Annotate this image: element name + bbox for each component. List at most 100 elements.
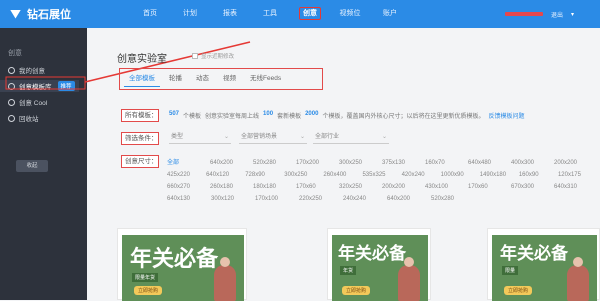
sidebar-item-my-creatives[interactable]: 我的创意 — [8, 64, 87, 76]
template-card[interactable]: 年关必备 限量 立即抢购 — [487, 228, 600, 301]
size-option[interactable]: 728x90 — [245, 169, 284, 181]
model-figure — [398, 265, 420, 301]
diamond-icon — [10, 9, 21, 19]
banner-buy-button: 立即抢购 — [342, 286, 371, 295]
nav-plan[interactable]: 计划 — [170, 0, 210, 28]
banner-buy-button: 立即抢购 — [134, 286, 163, 295]
size-option[interactable]: 160x70 — [425, 157, 468, 169]
size-option[interactable]: 200x200 — [554, 157, 597, 169]
size-option[interactable]: 640x480 — [468, 157, 511, 169]
sidebar-item-recycle-bin[interactable]: 回收站 — [8, 112, 87, 124]
size-option[interactable]: 520x280 — [253, 157, 296, 169]
nav-report[interactable]: 报表 — [210, 0, 250, 28]
size-option[interactable]: 640x200 — [210, 157, 253, 169]
tab-wireless-feeds[interactable]: 无线Feeds — [245, 71, 286, 87]
size-option[interactable]: 120x175 — [558, 169, 597, 181]
size-option[interactable]: 660x270 — [167, 181, 210, 193]
size-option[interactable]: 170x60 — [468, 181, 511, 193]
size-option[interactable]: 400x300 — [511, 157, 554, 169]
size-option[interactable]: 320x250 — [339, 181, 382, 193]
template-banner: 年关必备 限量 立即抢购 — [492, 235, 597, 301]
logo-text: 钻石展位 — [27, 9, 71, 21]
size-option[interactable]: 670x300 — [511, 181, 554, 193]
size-option[interactable]: 1000x90 — [441, 169, 480, 181]
tab-video[interactable]: 视频 — [218, 71, 241, 87]
recent-checkbox[interactable]: 显示近期修改 — [192, 52, 234, 60]
chevron-down-icon[interactable]: ▾ — [571, 11, 574, 18]
size-label: 创意尺寸： — [121, 155, 159, 168]
trash-icon — [8, 114, 15, 122]
info-text: 个模板，覆盖国内外核心尺寸；以后将在这里更新优质模板。 — [322, 114, 485, 120]
template-icon — [8, 82, 15, 90]
size-option[interactable]: 1490x180 — [480, 169, 519, 181]
size-option[interactable]: 425x220 — [167, 169, 206, 181]
size-row: 640x130 300x120 170x100 220x250 240x240 640x2… — [167, 193, 597, 205]
industry-select[interactable]: 全部行业 ⌄ — [313, 132, 389, 144]
size-option[interactable]: 640x310 — [554, 181, 597, 193]
tab-carousel[interactable]: 轮播 — [164, 71, 187, 87]
collapse-button[interactable]: 收起 — [16, 160, 48, 172]
nav-label: 报表 — [223, 10, 237, 17]
size-option[interactable]: 200x200 — [382, 181, 425, 193]
tab-dynamic[interactable]: 动态 — [191, 71, 214, 87]
select-value: 全部营销场景 — [241, 134, 278, 140]
size-option[interactable]: 300x250 — [339, 157, 382, 169]
sidebar-item-creative-cool[interactable]: 创意 Cool — [8, 96, 87, 108]
sidebar-item-label: 回收站 — [19, 116, 39, 123]
chevron-down-icon: ⌄ — [299, 134, 305, 140]
feedback-link[interactable]: 反馈模板问题 — [488, 111, 524, 120]
size-option[interactable]: 640x130 — [167, 193, 211, 205]
nav-account[interactable]: 账户 — [370, 0, 410, 28]
size-option[interactable]: 170x200 — [296, 157, 339, 169]
checkbox-label: 显示近期修改 — [201, 54, 235, 60]
checkbox-box[interactable] — [192, 53, 198, 59]
size-option[interactable]: 170x100 — [255, 193, 299, 205]
size-option[interactable]: 520x280 — [431, 193, 475, 205]
size-option[interactable]: 375x130 — [382, 157, 425, 169]
size-option[interactable]: 240x240 — [343, 193, 387, 205]
template-banner: 年关必备 限量年货 立即抢购 — [122, 235, 244, 301]
logo[interactable]: 钻石展位 — [10, 0, 71, 28]
banner-subtitle: 年货 — [340, 266, 357, 275]
banner-title: 年关必备 — [500, 244, 568, 264]
template-card[interactable]: 年关必备 限量年货 立即抢购 — [117, 228, 247, 301]
sidebar-title: 创意 — [8, 50, 22, 57]
scene-select[interactable]: 全部营销场景 ⌄ — [239, 132, 307, 144]
banner-subtitle: 限量年货 — [132, 273, 159, 282]
model-head — [573, 257, 583, 267]
size-option[interactable]: 全部 — [167, 157, 210, 169]
size-option[interactable]: 260x400 — [323, 169, 362, 181]
size-row: 425x220 640x120 728x90 300x250 260x400 535x32… — [167, 169, 597, 181]
size-option[interactable]: 535x325 — [362, 169, 401, 181]
template-card[interactable]: 年关必备年货立即抢购 — [327, 228, 431, 301]
size-option[interactable]: 420x240 — [402, 169, 441, 181]
chevron-down-icon: ⌄ — [381, 134, 387, 140]
size-option[interactable]: 180x180 — [253, 181, 296, 193]
select-value: 全部行业 — [315, 134, 340, 140]
user-name-redacted[interactable] — [505, 12, 543, 16]
size-option[interactable]: 220x250 — [299, 193, 343, 205]
nav-tools[interactable]: 工具 — [250, 0, 290, 28]
main-content: 创意实验室 显示近期修改 全部模板 轮播 动态 视频 无线Feeds 所有模板：… — [87, 28, 600, 301]
tab-all-templates[interactable]: 全部模板 — [124, 71, 160, 87]
nav-video[interactable]: 视频位 — [330, 0, 370, 28]
type-select[interactable]: 类型 ⌄ — [169, 132, 231, 144]
size-option[interactable]: 300x250 — [284, 169, 323, 181]
banner-subtitle: 限量 — [502, 266, 519, 275]
template-cards: 年关必备 限量年货 立即抢购 年关必备 年货 立即抢购 年关必备 限量 立即抢购 — [117, 228, 600, 301]
size-option[interactable]: 640x120 — [206, 169, 245, 181]
nav-creative[interactable]: 创意 — [290, 0, 330, 28]
nav-label: 视频位 — [339, 10, 361, 17]
size-option[interactable]: 640x200 — [387, 193, 431, 205]
size-option[interactable]: 170x60 — [296, 181, 339, 193]
size-option[interactable]: 300x120 — [211, 193, 255, 205]
size-option[interactable]: 160x90 — [519, 169, 558, 181]
size-option[interactable]: 430x100 — [425, 181, 468, 193]
sidebar-item-label: 创意模板库 — [19, 84, 52, 91]
sidebar-item-template-library[interactable]: 创意模板库 推荐 — [0, 80, 79, 92]
nav-home[interactable]: 首页 — [130, 0, 170, 28]
logout-link[interactable]: 退出 — [551, 10, 563, 19]
model-figure — [567, 265, 589, 301]
size-option[interactable]: 260x180 — [210, 181, 253, 193]
banner-title: 年关必备 — [338, 244, 406, 264]
